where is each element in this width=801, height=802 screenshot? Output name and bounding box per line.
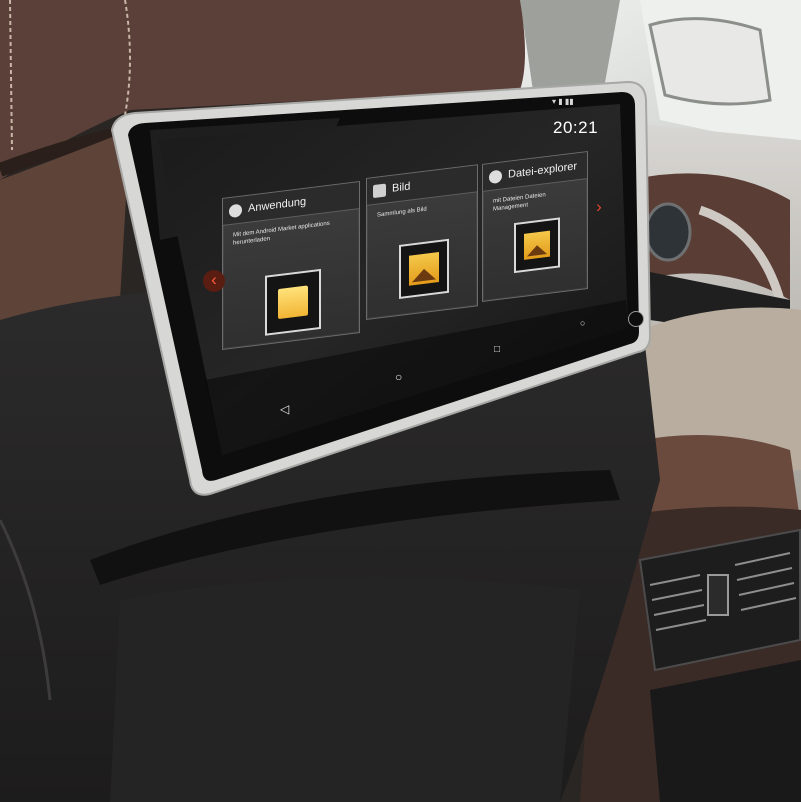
small-home-indicator[interactable]: ○ [580,318,585,328]
status-bar-icons: ▾ ▮ ▮▮ [552,97,574,106]
car-interior-scene: ▾ ▮ ▮▮ 20:21 Anwendung Mit dem Android M… [0,0,801,802]
back-button[interactable]: ◁ [280,402,289,416]
seat-back-pocket [110,577,580,802]
car-interior-background [0,0,801,802]
side-mirror [648,17,772,106]
home-button[interactable]: ○ [395,370,402,384]
vent-center-knob [707,574,729,616]
recents-button[interactable]: □ [494,344,500,355]
door-speaker [644,202,692,262]
carousel-right-arrow[interactable]: › [588,197,610,219]
clock: 20:21 [553,118,599,137]
tablet-power-button[interactable] [628,311,644,327]
carousel-left-arrow[interactable]: ‹ [203,270,225,292]
